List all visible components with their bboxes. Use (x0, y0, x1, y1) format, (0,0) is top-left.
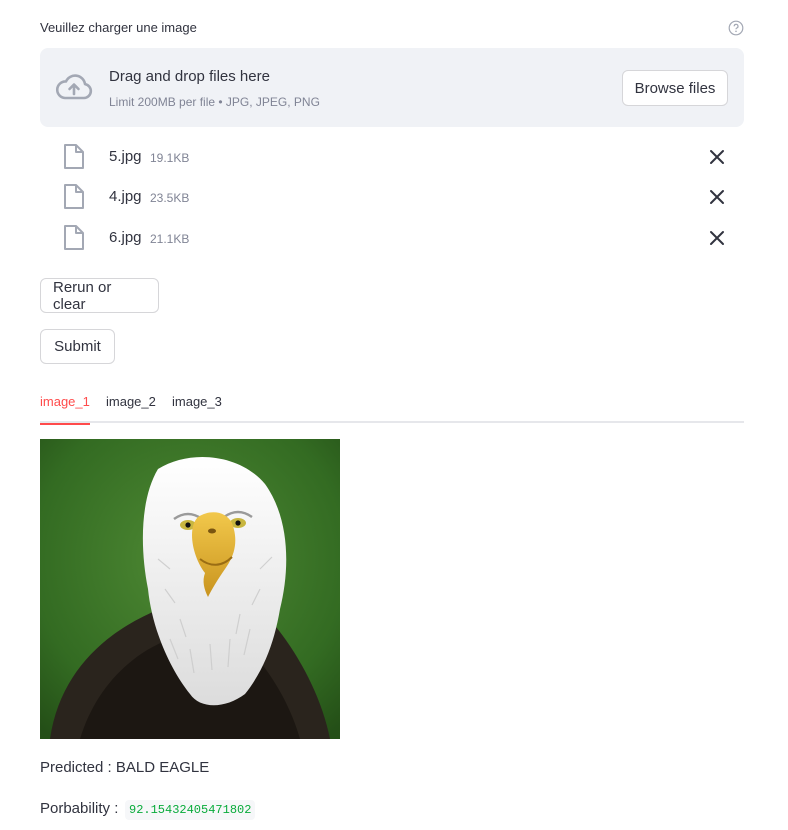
submit-button[interactable]: Submit (40, 329, 115, 364)
uploaded-file-row: 5.jpg 19.1KB (40, 140, 744, 174)
tab-image-1[interactable]: image_1 (40, 394, 90, 425)
tab-image-2[interactable]: image_2 (106, 394, 156, 423)
browse-files-button[interactable]: Browse files (622, 70, 728, 106)
close-icon[interactable] (708, 188, 726, 206)
tab-image-3[interactable]: image_3 (172, 394, 222, 423)
help-circle-icon[interactable] (728, 20, 744, 36)
prediction-text: Predicted : BALD EAGLE (40, 759, 210, 776)
uploader-label: Veuillez charger une image (40, 20, 197, 35)
dropzone-title: Drag and drop files here (109, 68, 270, 85)
uploaded-file-row: 4.jpg 23.5KB (40, 180, 744, 214)
probability-label: Porbability : (40, 800, 119, 817)
uploaded-file-row: 6.jpg 21.1KB (40, 221, 744, 255)
file-icon (64, 144, 84, 169)
uploaded-image-bald-eagle (40, 439, 340, 739)
dropzone-limit: Limit 200MB per file • JPG, JPEG, PNG (109, 95, 320, 109)
file-icon (64, 225, 84, 250)
file-icon (64, 184, 84, 209)
file-dropzone[interactable]: Drag and drop files here Limit 200MB per… (40, 48, 744, 127)
file-size: 21.1KB (150, 232, 190, 246)
probability-value: 92.15432405471802 (125, 800, 256, 820)
cloud-upload-icon (55, 74, 93, 100)
rerun-or-clear-button[interactable]: Rerun or clear (40, 278, 159, 313)
file-size: 23.5KB (150, 191, 190, 205)
file-name: 5.jpg (109, 148, 142, 165)
close-icon[interactable] (708, 229, 726, 247)
file-size: 19.1KB (150, 151, 190, 165)
streamlit-page: Veuillez charger une image Drag and drop… (0, 0, 788, 830)
file-name: 4.jpg (109, 188, 142, 205)
close-icon[interactable] (708, 148, 726, 166)
file-name: 6.jpg (109, 229, 142, 246)
image-tabs: image_1 image_2 image_3 (40, 388, 744, 425)
